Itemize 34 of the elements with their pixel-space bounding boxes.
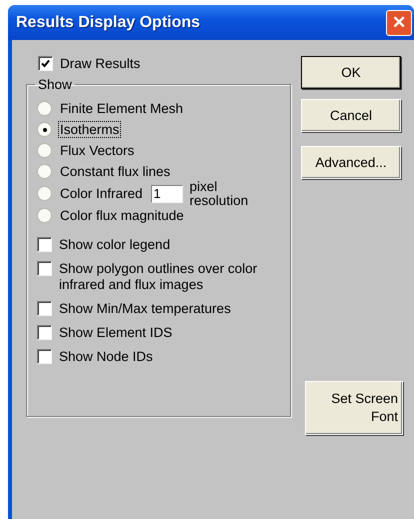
checkbox-label: Draw Results [60, 56, 140, 71]
checkbox-label: Show polygon outlines over color infrared and flux images [59, 261, 258, 293]
radio-label: Flux Vectors [59, 143, 136, 158]
font-button[interactable]: Set Screen Font [305, 381, 403, 435]
window-title: Results Display Options [16, 14, 200, 32]
dialog-button[interactable]: Cancel [301, 99, 401, 132]
checkbox[interactable] [37, 301, 52, 316]
radio-label: Isotherms [59, 122, 120, 137]
radio-label: Constant flux lines [59, 164, 172, 179]
input-field[interactable]: 1 [150, 184, 183, 202]
checkbox[interactable] [37, 261, 52, 276]
field-suffix: pixel resolution [190, 180, 250, 208]
checkbox[interactable] [37, 349, 52, 364]
radio-label: Finite Element Mesh [59, 101, 184, 116]
radio-button[interactable] [37, 122, 52, 137]
radio-button[interactable] [37, 186, 52, 201]
dialog-button[interactable]: OK [301, 56, 401, 89]
check-mark-icon [41, 59, 50, 68]
radio-button[interactable] [37, 143, 52, 158]
checkbox-label: Show color legend [59, 237, 172, 253]
radio-label: Color flux magnitude [59, 208, 185, 223]
checkbox[interactable] [37, 237, 52, 252]
checkbox-label: Show Min/Max temperatures [59, 301, 232, 317]
radio-button[interactable] [37, 164, 52, 179]
radio-button[interactable] [37, 101, 52, 116]
radio-button[interactable] [37, 208, 52, 223]
checkbox[interactable] [38, 56, 53, 71]
checkbox-label: Show Element IDS [59, 325, 174, 341]
checkbox[interactable] [37, 325, 52, 340]
close-button[interactable]: ✕ [386, 10, 412, 36]
checkbox-label: Show Node IDs [59, 349, 154, 365]
radio-label: Color Infrared [59, 186, 144, 201]
dialog-button[interactable]: Advanced... [301, 146, 401, 179]
group-title: Show [37, 77, 73, 92]
